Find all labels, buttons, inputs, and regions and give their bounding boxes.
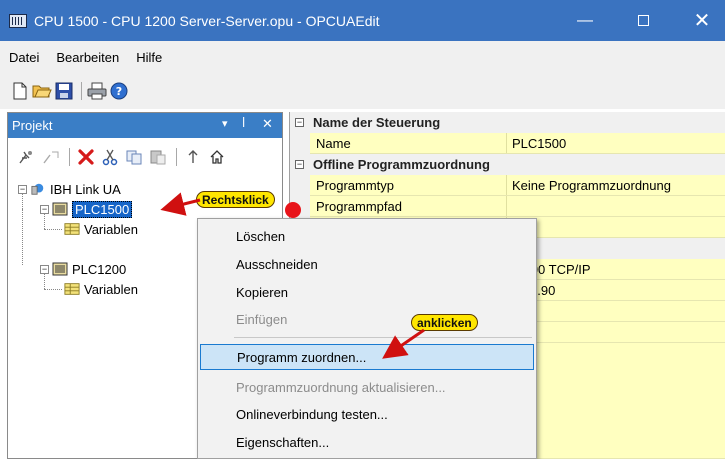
close-icon: ✕ [693,10,711,32]
collapse-icon[interactable]: − [18,184,27,194]
copy-button[interactable] [123,146,145,168]
open-folder-icon [32,85,52,98]
project-panel-header: Projekt ▾ ꟾ ✕ [8,113,282,138]
menu-separator [234,337,532,338]
panel-pin-button[interactable]: ▾ [222,117,228,130]
add-button[interactable] [16,146,38,168]
property-name: Name [310,133,507,153]
rechtsklick-callout: Rechtsklick [196,191,275,208]
anklicken-callout: anklicken [411,314,478,331]
toolbar-separator [81,82,82,100]
property-name: Programmpfad [310,196,507,216]
move-up-icon [188,150,198,163]
move-up-button[interactable] [182,146,204,168]
panel-title: Projekt [12,118,53,133]
menu-item-programmzuordnung-aktualisieren: Programmzuordnung aktualisieren... [236,379,446,395]
cut-button[interactable] [99,146,121,168]
edit-icon [43,151,59,164]
panel-close-button[interactable]: ✕ [262,116,273,132]
plc-icon [52,262,68,276]
tree-item-variablen[interactable]: Variablen [64,219,138,239]
tree-item-label: PLC1200 [72,261,127,277]
maximize-button[interactable] [620,0,666,41]
menu-hilfe[interactable]: Hilfe [136,50,162,65]
main-toolbar: ? [0,73,725,109]
print-button[interactable] [87,81,107,101]
new-file-button[interactable] [10,81,30,101]
minimize-button[interactable]: — [562,0,608,41]
home-button[interactable] [206,146,228,168]
minimize-icon: — [577,11,593,29]
section-name-der-steuerung[interactable]: − Name der Steuerung [290,112,725,133]
delete-icon [78,149,94,165]
toolbar-separator [176,148,177,166]
click-marker [285,202,301,218]
menu-item-eigenschaften[interactable]: Eigenschaften... [200,429,534,455]
variable-table-icon [64,223,80,235]
property-row[interactable]: Name PLC1500 [310,133,725,154]
property-name: Programmtyp [310,175,507,195]
toolbar-separator [69,148,70,166]
section-offline-programmzuordnung[interactable]: − Offline Programmzuordnung [290,154,725,175]
edit-button[interactable] [40,146,62,168]
context-menu: Löschen Ausschneiden Kopieren Einfügen P… [197,218,537,459]
tree-connector [44,229,62,230]
menu-datei[interactable]: Datei [9,50,39,65]
menu-item-loeschen[interactable]: Löschen [200,223,534,249]
tree-item-label: IBH Link UA [50,181,121,197]
collapse-icon[interactable]: − [295,118,304,127]
tree-item-plc1500[interactable]: − PLC1500 [40,199,133,219]
pin-icon[interactable]: ꟾ [242,117,245,130]
tree-connector [44,289,62,290]
add-icon [19,151,32,164]
project-toolbar [8,138,282,176]
save-icon [55,82,73,100]
delete-button[interactable] [75,146,97,168]
svg-text:?: ? [116,85,122,98]
tree-connector [22,209,23,265]
new-file-icon [13,82,27,100]
copy-icon [126,150,142,165]
help-icon: ? [110,82,128,100]
save-button[interactable] [54,81,74,101]
section-title: Offline Programmzuordnung [313,157,490,172]
menu-item-einfuegen: Einfügen [236,311,288,327]
property-value: Keine Programmzuordnung [512,177,671,193]
print-icon [87,82,107,100]
collapse-icon[interactable]: − [40,264,49,274]
network-icon [31,183,44,195]
menu-bar: Datei Bearbeiten Hilfe [0,41,725,73]
menu-item-ausschneiden[interactable]: Ausschneiden [200,251,534,277]
tree-item-label: Variablen [84,281,138,297]
menu-item-onlineverbindung-testen[interactable]: Onlineverbindung testen... [200,401,534,427]
cut-icon [102,149,118,166]
collapse-icon[interactable]: − [295,160,304,169]
window-title: CPU 1500 - CPU 1200 Server-Server.opu - … [34,12,380,29]
help-button[interactable]: ? [109,81,129,101]
property-value: PLC1500 [512,135,567,151]
tree-item-label: Variablen [84,221,138,237]
home-icon [210,150,224,164]
property-row[interactable]: Programmtyp Keine Programmzuordnung [310,175,725,196]
app-icon [9,13,27,28]
menu-item-programm-zuordnen[interactable]: Programm zuordnen... [200,344,534,370]
tree-item-plc1200[interactable]: − PLC1200 [40,259,126,279]
menu-item-kopieren[interactable]: Kopieren [200,279,534,305]
maximize-icon [637,15,649,26]
tree-item-label: PLC1500 [72,200,133,218]
tree-item-variablen[interactable]: Variablen [64,279,138,299]
menu-bearbeiten[interactable]: Bearbeiten [56,50,119,65]
plc-icon [52,202,68,216]
tree-item-ibh-link-ua[interactable]: − IBH Link UA [18,179,121,199]
paste-button[interactable] [147,146,169,168]
title-bar: CPU 1500 - CPU 1200 Server-Server.opu - … [0,0,725,41]
paste-icon [150,150,166,165]
close-button[interactable]: ✕ [679,0,725,41]
section-title: Name der Steuerung [313,115,441,130]
variable-table-icon [64,283,80,295]
property-row[interactable]: Programmpfad [310,196,725,217]
open-button[interactable] [32,81,52,101]
collapse-icon[interactable]: − [40,204,49,214]
